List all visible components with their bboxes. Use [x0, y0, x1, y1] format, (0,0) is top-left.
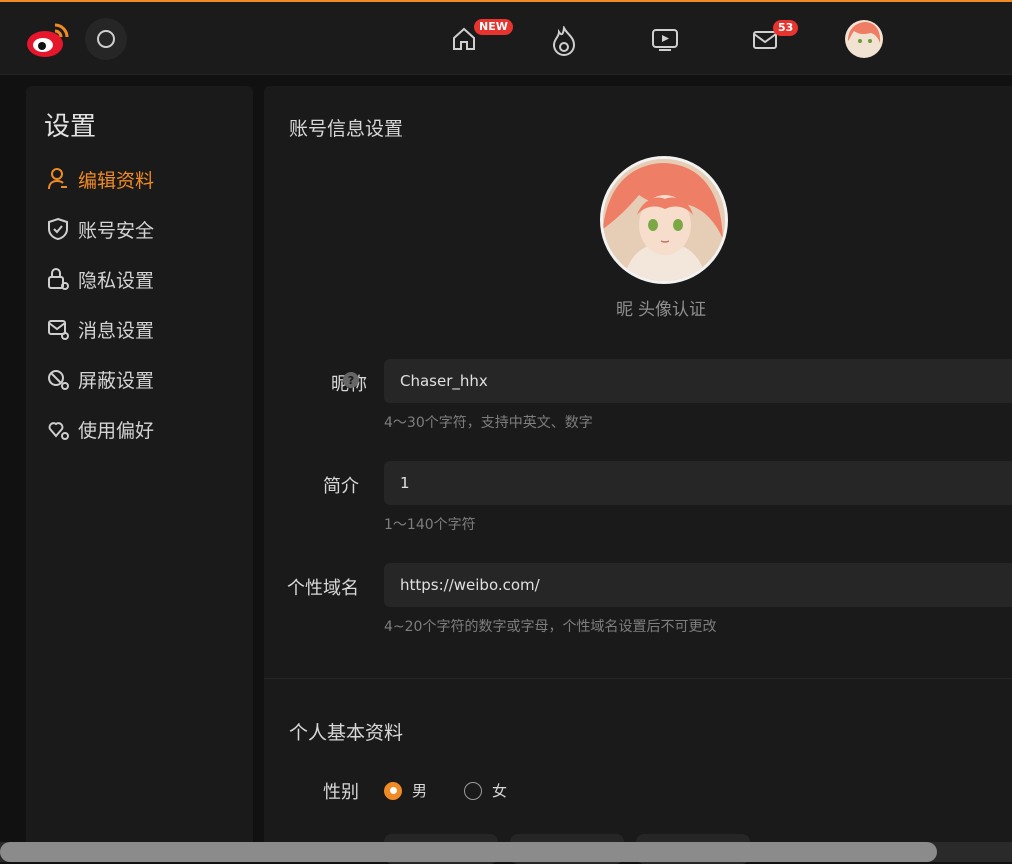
bio-label: 简介	[323, 476, 359, 497]
user-icon	[42, 162, 74, 196]
sidebar-item-preferences[interactable]: 使用偏好	[42, 412, 236, 446]
settings-main-panel: 账号信息设置 昵 头像认证 昵称 ? Chaser_hhx 4～30个字符，支持…	[264, 86, 1012, 864]
sidebar-item-label: 使用偏好	[78, 419, 155, 442]
horizontal-scrollbar-thumb[interactable]	[0, 842, 937, 862]
bio-value: 1	[400, 474, 410, 492]
user-avatar[interactable]	[843, 18, 885, 60]
domain-input[interactable]	[540, 563, 1012, 607]
shield-icon	[42, 212, 74, 246]
search-icon[interactable]	[85, 18, 127, 60]
settings-sidebar: 设置 编辑资料 账号安全 隐私设置 消息设置 屏蔽设置 使用偏好	[26, 86, 253, 862]
home-icon[interactable]: NEW	[448, 19, 513, 55]
profile-avatar[interactable]	[600, 156, 728, 284]
top-navbar: NEW 53	[0, 0, 1012, 75]
message-count-badge: 53	[773, 20, 799, 36]
bio-hint: 1～140个字符	[384, 517, 476, 533]
nickname-value: Chaser_hhx	[400, 372, 488, 390]
gender-female-radio[interactable]: 女	[464, 780, 507, 801]
nickname-input[interactable]: Chaser_hhx	[384, 359, 1012, 403]
new-badge: NEW	[474, 19, 513, 35]
radio-dot	[384, 781, 402, 800]
sidebar-title: 设置	[44, 112, 97, 142]
heart-gear-icon	[42, 412, 74, 446]
section-title-basic: 个人基本资料	[289, 722, 404, 744]
help-icon[interactable]: ?	[343, 372, 359, 388]
video-icon[interactable]	[648, 26, 682, 54]
nickname-hint: 4～30个字符，支持中英文、数字	[384, 415, 593, 431]
sidebar-item-block-settings[interactable]: 屏蔽设置	[42, 362, 236, 396]
block-gear-icon	[42, 362, 74, 396]
domain-input-wrapper: https://weibo.com/	[384, 563, 1012, 607]
sidebar-item-label: 隐私设置	[78, 269, 155, 292]
gender-male-label: 男	[412, 782, 428, 800]
sidebar-item-label: 屏蔽设置	[78, 369, 155, 392]
domain-label: 个性域名	[287, 578, 359, 599]
bio-input[interactable]: 1	[384, 461, 1012, 505]
sidebar-item-account-security[interactable]: 账号安全	[42, 212, 236, 246]
weibo-logo-icon[interactable]	[24, 14, 72, 64]
sidebar-item-edit-profile[interactable]: 编辑资料	[42, 162, 236, 196]
lock-gear-icon	[42, 262, 74, 296]
domain-hint: 4~20个字符的数字或字母，个性域名设置后不可更改	[384, 619, 717, 635]
mail-gear-icon	[42, 312, 74, 346]
gender-label: 性别	[323, 782, 359, 803]
sidebar-item-label: 消息设置	[78, 319, 155, 342]
gender-male-radio[interactable]: 男	[384, 780, 427, 801]
sidebar-item-message-settings[interactable]: 消息设置	[42, 312, 236, 346]
sidebar-item-label: 编辑资料	[78, 169, 155, 192]
message-icon[interactable]: 53	[749, 20, 799, 54]
gender-female-label: 女	[492, 782, 508, 800]
avatar-caption-prefix: 昵	[616, 300, 633, 320]
sidebar-item-privacy[interactable]: 隐私设置	[42, 262, 236, 296]
domain-prefix: https://weibo.com/	[400, 576, 540, 594]
sidebar-item-label: 账号安全	[78, 219, 155, 242]
hot-icon[interactable]	[548, 23, 580, 59]
radio-dot	[464, 781, 482, 800]
avatar-verify-link[interactable]: 头像认证	[638, 295, 706, 320]
section-title-account: 账号信息设置	[289, 118, 404, 140]
section-divider	[264, 678, 1012, 679]
